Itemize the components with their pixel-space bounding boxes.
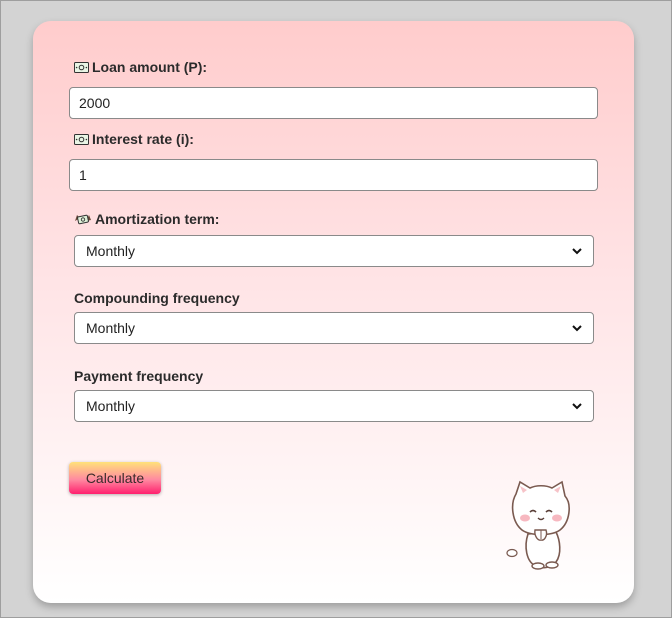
payment-frequency-label-row: Payment frequency (74, 368, 203, 384)
loan-amount-input[interactable]: 2000 (69, 87, 598, 119)
flying-money-icon (74, 212, 92, 226)
interest-rate-label: Interest rate (i): (92, 131, 194, 147)
money-icon (74, 61, 89, 73)
loan-amount-value: 2000 (79, 95, 111, 111)
compounding-frequency-selected: Monthly (86, 320, 136, 336)
chevron-down-icon (572, 402, 582, 410)
calculate-button-label: Calculate (85, 470, 145, 486)
chevron-down-icon (572, 247, 582, 255)
calculate-button[interactable]: Calculate (69, 462, 161, 494)
amortization-term-select[interactable]: Monthly (74, 235, 594, 267)
compounding-frequency-label: Compounding frequency (74, 290, 240, 306)
interest-rate-label-row: Interest rate (i): (74, 131, 194, 147)
interest-rate-value: 1 (79, 167, 87, 183)
payment-frequency-select[interactable]: Monthly (74, 390, 594, 422)
cat-mascot-icon (500, 474, 580, 579)
compounding-frequency-label-row: Compounding frequency (74, 290, 240, 306)
chevron-down-icon (572, 324, 582, 332)
money-icon (74, 133, 89, 145)
amortization-term-label: Amortization term: (95, 211, 220, 227)
payment-frequency-label: Payment frequency (74, 368, 204, 384)
payment-frequency-selected: Monthly (86, 398, 136, 414)
amortization-term-selected: Monthly (86, 243, 136, 259)
compounding-frequency-select[interactable]: Monthly (74, 312, 594, 344)
loan-amount-label-row: Loan amount (P): (74, 59, 207, 75)
interest-rate-input[interactable]: 1 (69, 159, 598, 191)
amortization-term-label-row: Amortization term: (74, 211, 219, 227)
loan-amount-label: Loan amount (P): (92, 59, 208, 75)
